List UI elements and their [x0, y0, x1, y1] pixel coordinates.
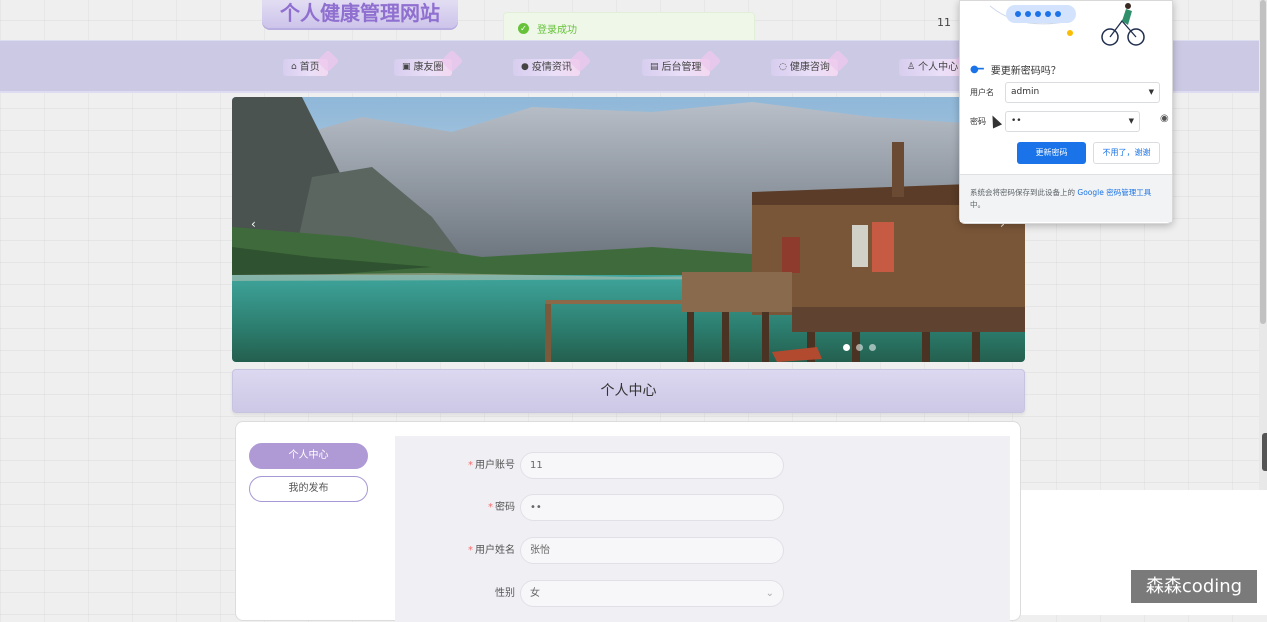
nav-item-epidemic-news[interactable]: ● 疫情资讯 [513, 59, 580, 76]
toast-message: 登录成功 [537, 24, 577, 36]
password-field-label: 密码 [970, 117, 986, 126]
password-label: * 密码 [488, 502, 515, 513]
watermark: 森森coding [1131, 570, 1257, 603]
sidebar-item-my-posts[interactable]: 我的发布 [249, 476, 368, 502]
dialog-header: ●━ 要更新密码吗？ [970, 62, 1061, 77]
account-label: * 用户账号 [468, 460, 515, 471]
sidebar-item-personal-center[interactable]: 个人中心 [249, 443, 368, 469]
nav-item-home[interactable]: ⌂ 首页 [283, 59, 328, 76]
nav-item-admin[interactable]: ▤ 后台管理 [642, 59, 710, 76]
chevron-down-icon: ⌄ [765, 588, 774, 599]
gender-select-value: 女 [530, 588, 540, 599]
admin-icon: ▤ [650, 62, 659, 72]
scrollbar-thumb[interactable] [1260, 0, 1266, 324]
update-password-dialog: ●━ 要更新密码吗？ 用户名 admin ▼ 密码 •• ▼ ◉ 更新密码 不用… [959, 0, 1173, 224]
update-password-button[interactable]: 更新密码 [1017, 142, 1086, 164]
dropdown-arrow-icon: ▼ [1128, 117, 1134, 125]
user-icon: ♙ [907, 62, 916, 72]
carousel-dot[interactable] [856, 344, 863, 351]
form-row-gender: 性别 女 ⌄ [395, 580, 1010, 607]
image-carousel[interactable]: ‹ › [232, 97, 1025, 362]
carousel-indicators [843, 344, 876, 351]
dialog-title: 要更新密码吗？ [990, 66, 1061, 77]
dropdown-arrow-icon: ▼ [1148, 88, 1154, 96]
nav-item-label: 个人中心 [918, 62, 959, 73]
required-mark: * [468, 545, 473, 556]
dialog-footer: 系统会将密码保存到此设备上的 Google 密码管理工具中。 [960, 174, 1172, 222]
name-label: * 用户姓名 [468, 545, 515, 556]
password-input[interactable]: •• [520, 494, 784, 521]
eye-icon[interactable]: ◉ [1160, 113, 1169, 124]
chevron-left-icon[interactable]: ‹ [251, 217, 256, 231]
password-select[interactable]: •• ▼ [1005, 111, 1140, 132]
nav-item-label: 健康咨询 [789, 62, 830, 73]
required-mark: * [468, 460, 473, 471]
carousel-dot[interactable] [869, 344, 876, 351]
gender-label: 性别 [495, 588, 515, 599]
home-icon: ⌂ [291, 62, 297, 72]
bag-icon: ▣ [402, 62, 411, 72]
current-user-name[interactable]: 11 [937, 16, 951, 29]
gender-select[interactable]: 女 ⌄ [520, 580, 784, 607]
no-thanks-button[interactable]: 不用了，谢谢 [1093, 142, 1160, 164]
name-input[interactable]: 张怡 [520, 537, 784, 564]
footer-text: 系统会将密码保存到此设备上的 [970, 188, 1075, 197]
username-label: 用户名 [970, 88, 994, 97]
site-title[interactable]: 个人健康管理网站 [262, 0, 458, 28]
password-illustration [989, 3, 1145, 46]
profile-form: * 用户账号 11 * 密码 •• * 用户姓名 张怡 性别 女 ⌄ [395, 436, 1010, 622]
username-row: 用户名 admin ▼ [970, 82, 1165, 103]
consult-icon: ◌ [779, 62, 787, 72]
side-tab-handle[interactable] [1262, 433, 1267, 471]
password-field-value: •• [1011, 116, 1022, 126]
nav-item-label: 康友圈 [413, 62, 444, 73]
carousel-dot[interactable] [843, 344, 850, 351]
form-row-password: * 密码 •• [395, 494, 1010, 521]
nav-item-label: 后台管理 [661, 62, 702, 73]
nav-item-label: 疫情资讯 [531, 62, 572, 73]
nav-item-label: 首页 [299, 62, 320, 73]
key-icon: ●━ [970, 64, 984, 75]
required-mark: * [488, 502, 493, 513]
info-icon: ● [521, 62, 529, 72]
lake-scene-image [232, 97, 1025, 362]
password-manager-link[interactable]: Google 密码管理工具 [1077, 188, 1151, 197]
username-select[interactable]: admin ▼ [1005, 82, 1160, 103]
nav-item-health-consult[interactable]: ◌ 健康咨询 [771, 59, 838, 76]
footer-end: 中。 [970, 200, 985, 209]
username-value: admin [1011, 87, 1040, 97]
account-input[interactable]: 11 [520, 452, 784, 479]
personal-center-panel: 个人中心 我的发布 * 用户账号 11 * 密码 •• * 用户姓名 张怡 性别 女 … [235, 421, 1021, 622]
form-row-account: * 用户账号 11 [395, 452, 1010, 479]
nav-item-personal-center[interactable]: ♙ 个人中心 [899, 59, 967, 76]
section-title: 个人中心 [232, 369, 1025, 413]
check-circle-icon: ✓ [518, 22, 529, 34]
nav-item-community[interactable]: ▣ 康友圈 [394, 59, 452, 76]
form-row-name: * 用户姓名 张怡 [395, 537, 1010, 564]
